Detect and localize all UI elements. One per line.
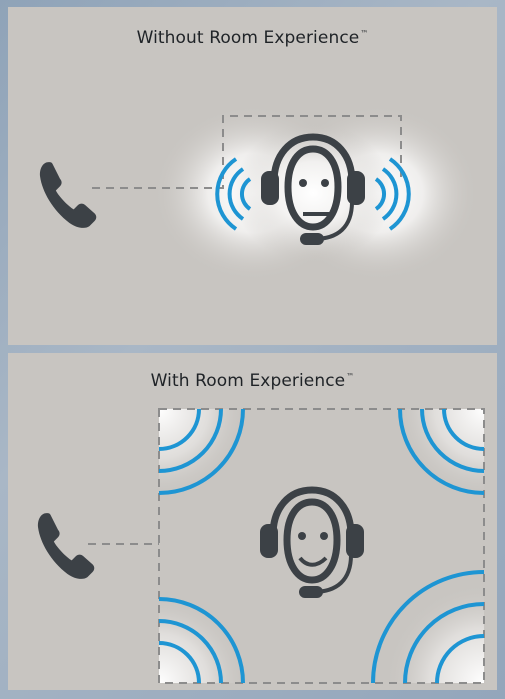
without-room-experience-panel: Without Room Experience™: [8, 7, 497, 345]
phone-icon: [37, 513, 95, 579]
with-room-experience-panel: With Room Experience™: [8, 353, 497, 690]
with-room-scene: [37, 408, 485, 684]
page: { "panels": [ { "title": "Without Room E…: [0, 0, 505, 699]
phone-icon: [39, 162, 97, 228]
headset-agent-icon: [260, 486, 364, 598]
without-room-scene: [39, 105, 478, 281]
glow-bottom-right: [384, 583, 484, 683]
